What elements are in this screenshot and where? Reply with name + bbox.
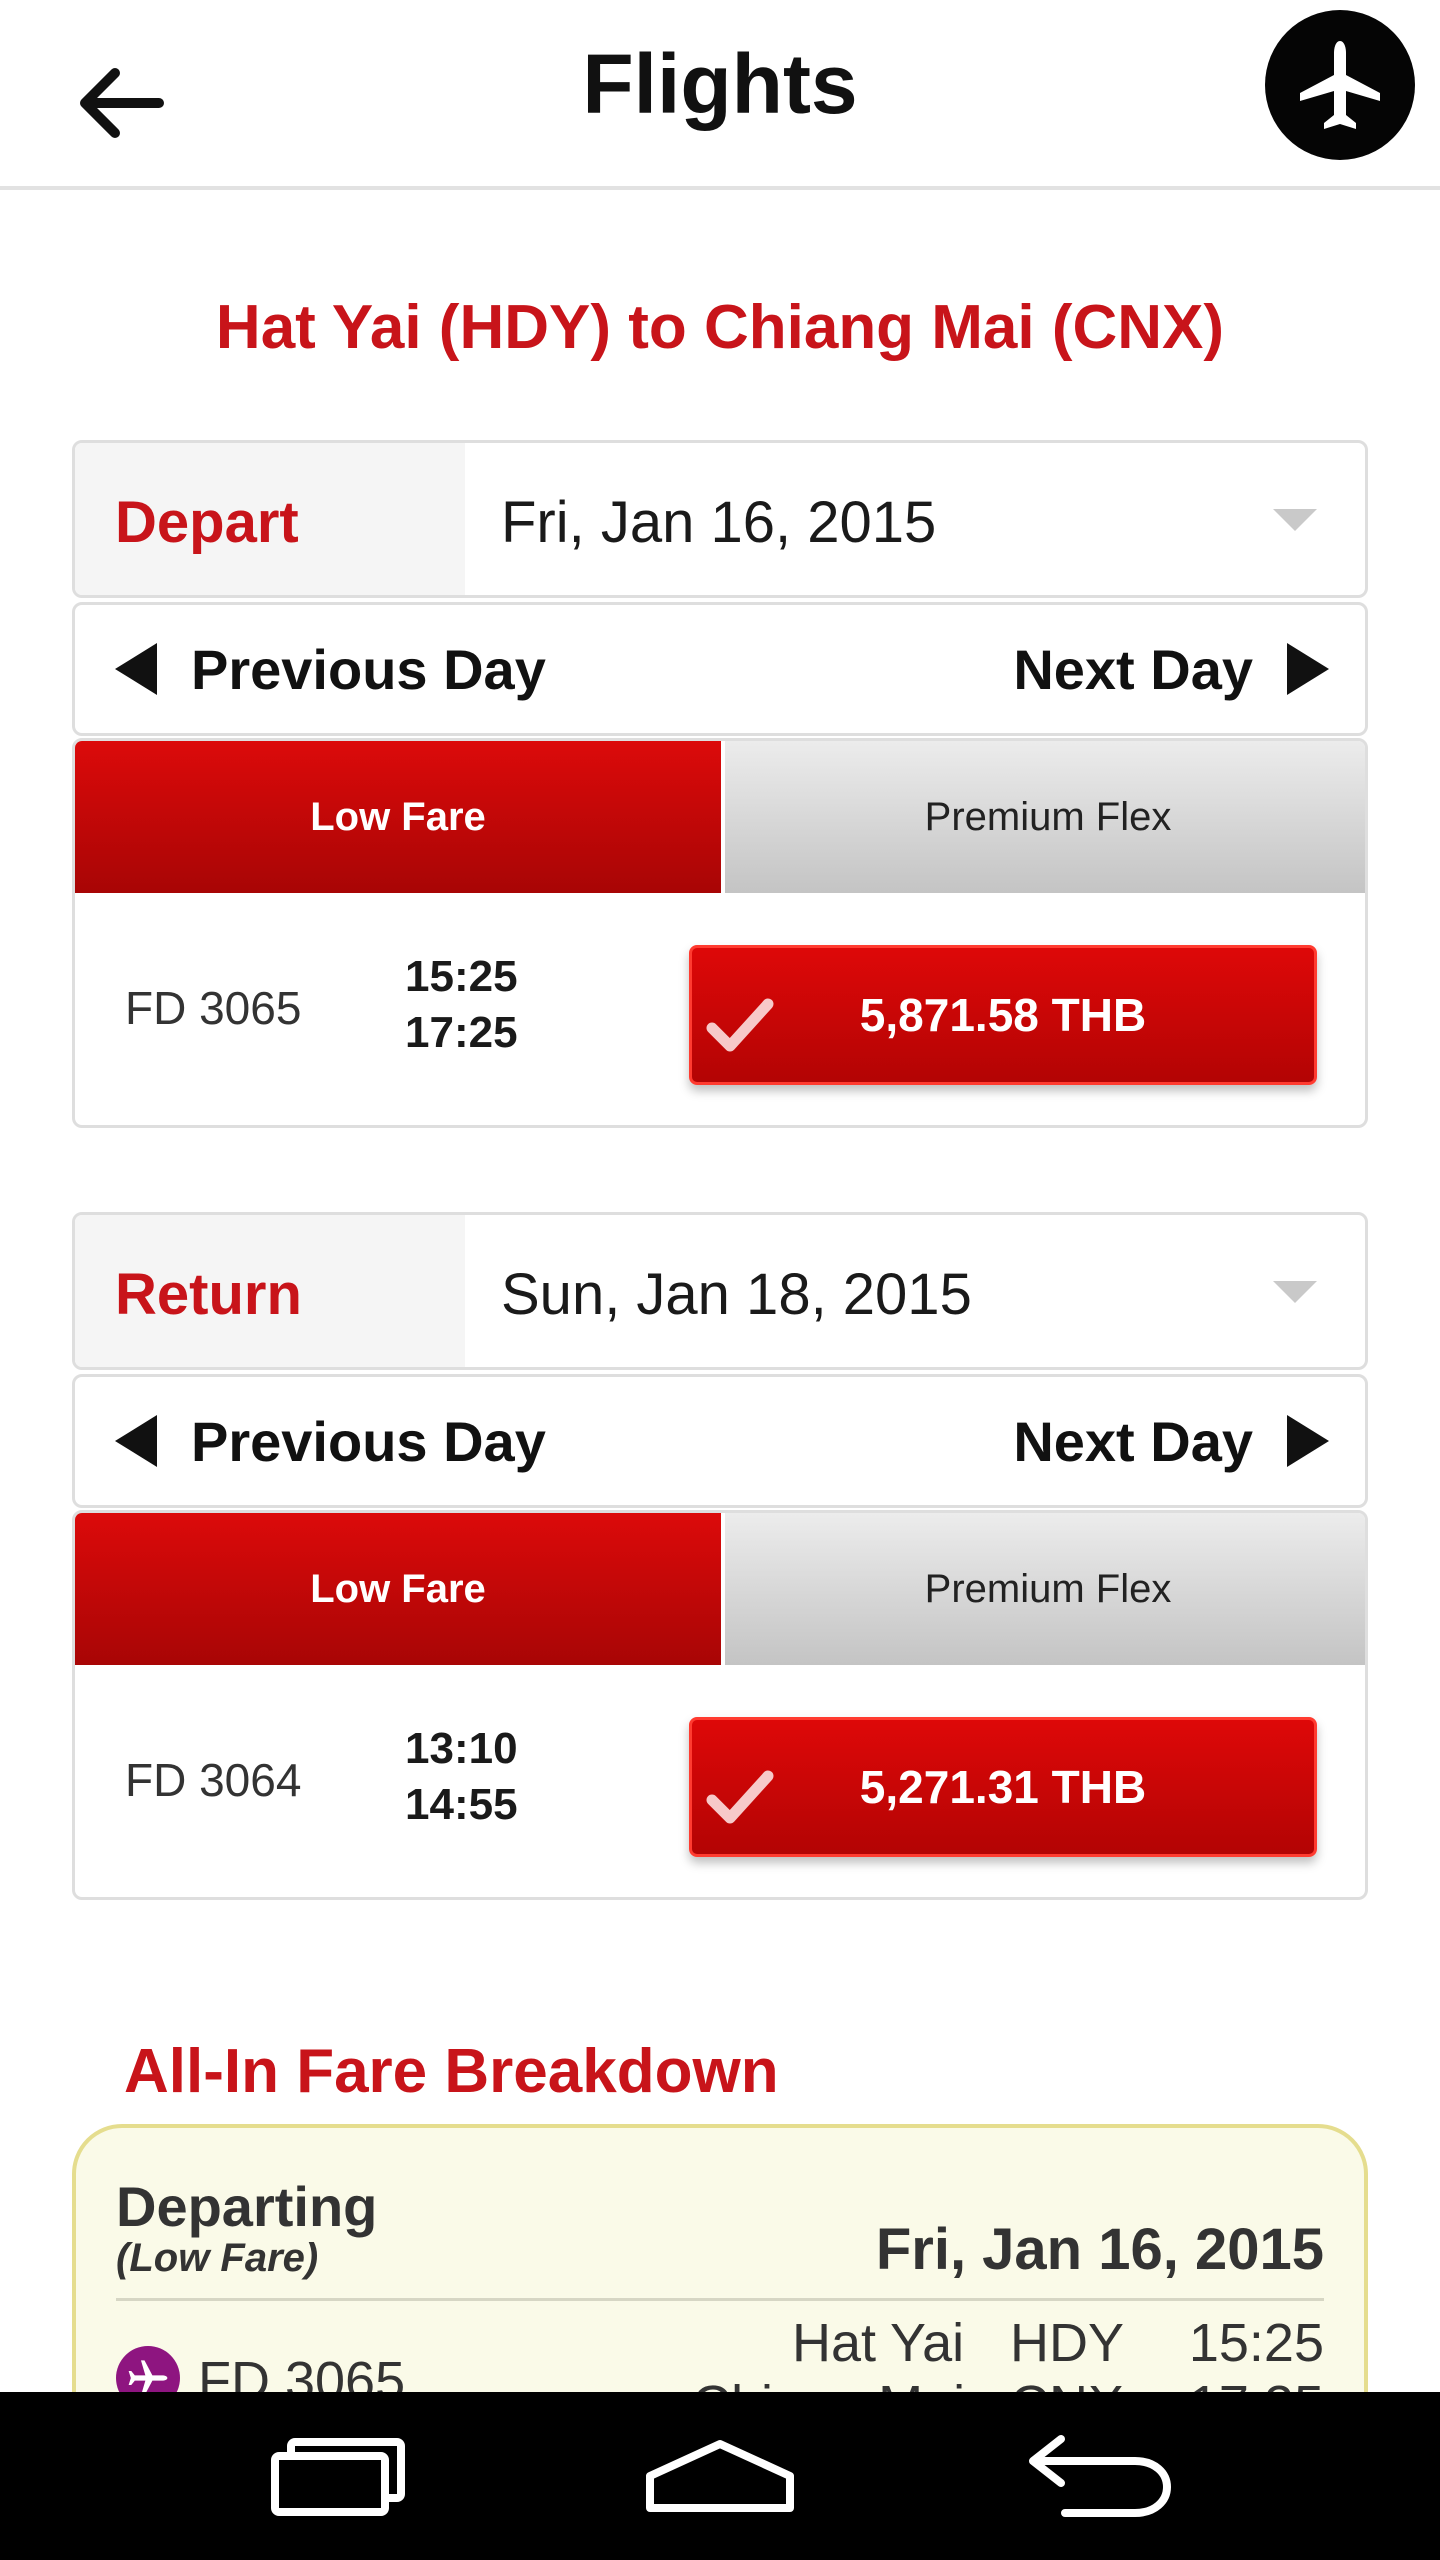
breakdown-date: Fri, Jan 16, 2015: [875, 2217, 1324, 2282]
recent-apps-icon: [271, 2438, 405, 2516]
return-previous-day-button[interactable]: Previous Day: [115, 1377, 546, 1505]
flight-number: FD 3065: [125, 982, 302, 1034]
depart-date-selector[interactable]: Depart Fri, Jan 16, 2015: [72, 440, 1368, 598]
divider: [116, 2298, 1324, 2301]
arrival-time: 17:25: [405, 1008, 518, 1057]
fare-price: 5,271.31 THB: [859, 1761, 1147, 1813]
flight-number: FD 3064: [125, 1754, 302, 1806]
flight-times: 15:25 17:25: [405, 949, 518, 1061]
back-icon: [1029, 2435, 1171, 2517]
previous-day-label: Previous Day: [191, 637, 546, 701]
triangle-right-icon: [1287, 1415, 1329, 1467]
dropdown-caret-icon: [1273, 1281, 1317, 1303]
depart-day-navigation: Previous Day Next Day: [72, 602, 1368, 736]
tab-premium-flex[interactable]: Premium Flex: [725, 741, 1365, 893]
fare-type-label: (Low Fare): [116, 2236, 319, 2280]
checkmark-icon: [706, 998, 774, 1052]
triangle-right-icon: [1287, 643, 1329, 695]
triangle-left-icon: [115, 643, 157, 695]
next-day-label: Next Day: [1013, 1409, 1253, 1473]
return-day-navigation: Previous Day Next Day: [72, 1374, 1368, 1508]
departing-label: Departing: [116, 2175, 378, 2238]
tab-low-fare[interactable]: Low Fare: [75, 741, 721, 893]
return-fare-box: Low Fare Premium Flex FD 3064 13:10 14:5…: [72, 1510, 1368, 1900]
tab-premium-flex[interactable]: Premium Flex: [725, 1513, 1365, 1665]
depart-label: Depart: [115, 490, 299, 555]
dropdown-caret-icon: [1273, 509, 1317, 531]
return-label: Return: [115, 1262, 302, 1327]
system-navigation-bar: [0, 2392, 1440, 2560]
departure-time: 15:25: [405, 952, 518, 1001]
route-title: Hat Yai (HDY) to Chiang Mai (CNX): [215, 293, 1225, 362]
origin-city: Hat Yai: [792, 2313, 965, 2373]
previous-day-label: Previous Day: [191, 1409, 546, 1473]
return-next-day-button[interactable]: Next Day: [1013, 1377, 1329, 1505]
checkmark-icon: [706, 1770, 774, 1824]
return-date: Sun, Jan 18, 2015: [501, 1262, 972, 1327]
tab-low-fare[interactable]: Low Fare: [75, 1513, 721, 1665]
departure-time: 13:10: [405, 1724, 518, 1773]
recent-apps-button[interactable]: [250, 2416, 430, 2536]
home-icon: [646, 2440, 794, 2512]
fare-price: 5,871.58 THB: [859, 989, 1147, 1041]
origin-code: HDY: [1010, 2313, 1125, 2373]
depart-date: Fri, Jan 16, 2015: [501, 490, 937, 555]
return-section: Return Sun, Jan 18, 2015 Previous Day Ne…: [72, 1212, 1368, 1902]
date-label-cell: Depart: [75, 443, 465, 595]
depart-next-day-button[interactable]: Next Day: [1013, 605, 1329, 733]
arrival-time: 14:55: [405, 1780, 518, 1829]
date-label-cell: Return: [75, 1215, 465, 1367]
triangle-left-icon: [115, 1415, 157, 1467]
origin-time: 15:25: [1188, 2313, 1324, 2373]
depart-section: Depart Fri, Jan 16, 2015 Previous Day Ne…: [72, 440, 1368, 1130]
next-day-label: Next Day: [1013, 637, 1253, 701]
return-date-selector[interactable]: Return Sun, Jan 18, 2015: [72, 1212, 1368, 1370]
airplane-icon: [1300, 41, 1380, 129]
breakdown-title: All-In Fare Breakdown: [124, 2037, 779, 2106]
page-title: Flights: [582, 37, 858, 131]
flight-times: 13:10 14:55: [405, 1721, 518, 1833]
depart-previous-day-button[interactable]: Previous Day: [115, 605, 546, 733]
airplane-menu-button[interactable]: [1265, 10, 1415, 160]
fare-price-button[interactable]: 5,871.58 THB: [689, 945, 1317, 1085]
home-button[interactable]: [630, 2416, 810, 2536]
back-system-button[interactable]: [1010, 2416, 1190, 2536]
fare-price-button[interactable]: 5,271.31 THB: [689, 1717, 1317, 1857]
app-bar: Flights: [0, 0, 1440, 190]
depart-fare-box: Low Fare Premium Flex FD 3065 15:25 17:2…: [72, 738, 1368, 1128]
